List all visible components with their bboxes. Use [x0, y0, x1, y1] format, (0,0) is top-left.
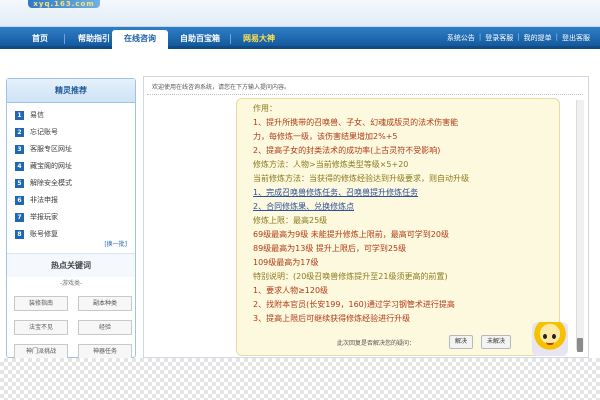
nav-tab-self-service[interactable]: 自助百宝箱	[172, 30, 228, 47]
answer-link-line[interactable]: 1、完成召唤兽修炼任务、召唤兽提升修炼任务	[253, 187, 418, 198]
sidebar-item[interactable]: 5 解除安全模式	[15, 177, 72, 189]
keyword-button[interactable]: 神器任务	[78, 344, 132, 359]
link-logout[interactable]: 登出客服	[562, 33, 590, 43]
nav-tab-home[interactable]: 首页	[20, 30, 60, 47]
sidebar-item[interactable]: 8 账号修复	[15, 228, 58, 240]
nav-tab-netease-dashen[interactable]: 网易大神	[234, 30, 284, 47]
avatar-mouth	[546, 342, 554, 345]
answer-line: 修炼上限：最高25级	[253, 216, 328, 225]
number-badge: 3	[15, 144, 24, 154]
answer-line: 作用：	[253, 104, 277, 113]
nav-right-links: 系统公告 | 登录客服 | 我的提单 | 登出客服	[447, 33, 590, 43]
answer-line: 2、提高子女的封类法术的成功率(上古灵符不受影响)	[253, 146, 441, 155]
sidebar-item-label: 藏宝阁的网址	[30, 162, 72, 170]
sidebar-item[interactable]: 7 举报玩家	[15, 211, 58, 223]
link-system-notice[interactable]: 系统公告	[447, 33, 475, 43]
resolved-button[interactable]: 解决	[449, 335, 474, 349]
unresolved-button[interactable]: 未解决	[481, 335, 512, 349]
link-separator: |	[478, 33, 482, 41]
link-separator: |	[517, 33, 520, 41]
number-badge: 2	[15, 127, 24, 137]
answer-link-line[interactable]: 2、合同修炼果、兑换修炼点	[253, 201, 354, 212]
keyword-button[interactable]: 经验	[78, 320, 132, 335]
nav-tab-help[interactable]: 帮助指引	[70, 30, 118, 47]
number-badge: 4	[15, 161, 24, 171]
avatar-eye	[552, 334, 556, 339]
hot-keywords-title: 热点关键词	[7, 253, 135, 277]
nav-divider	[64, 34, 65, 44]
divider	[147, 94, 583, 95]
sidebar-item[interactable]: 3 客服专区网址	[15, 143, 72, 155]
avatar-eye	[543, 334, 547, 339]
scrollbar[interactable]	[576, 100, 584, 350]
number-badge: 6	[15, 195, 24, 205]
scrollbar-thumb[interactable]	[577, 338, 583, 352]
answer-line: 力，每修炼一级，该伤害结果增加2%+5	[253, 132, 398, 141]
sidebar-item-label: 举报玩家	[30, 213, 58, 221]
sidebar-item-label: 非法申报	[30, 196, 58, 204]
answer-line: 69级最高为9级 未能提升修炼上限前，最高可学到20级	[253, 230, 449, 239]
keyword-button[interactable]: 神门派挑战	[14, 344, 68, 359]
number-badge: 1	[15, 110, 24, 120]
top-banner: xyq.163.com	[0, 0, 600, 27]
nav-divider	[230, 34, 231, 44]
number-badge: 5	[15, 178, 24, 188]
answer-line: 109级最高为17级	[253, 258, 319, 267]
welcome-message: 欢迎使用在线咨询系统，请您在下方输入提问内容。	[152, 84, 291, 91]
sidebar-item[interactable]: 4 藏宝阁的网址	[15, 160, 72, 172]
answer-panel: 作用： 1、提升所携带的召唤兽、子女、幻魂成版灵的法术伤害能 力，每修炼一级，该…	[236, 98, 560, 356]
answer-line: 3、提高上限后可继续获得修炼经验进行升级	[253, 314, 411, 323]
transparent-background-area	[0, 358, 600, 400]
refresh-recommend-link[interactable]: [换一批]	[104, 239, 127, 248]
number-badge: 8	[15, 229, 24, 239]
answer-line: 1、要求人物≥120级	[253, 286, 329, 295]
sidebar-title: 精灵推荐	[7, 79, 135, 103]
link-my-tickets[interactable]: 我的提单	[524, 33, 552, 43]
answer-line: 当前修炼方法：当获得的修炼经验达到升级要求，则自动升级	[253, 174, 469, 183]
link-login[interactable]: 登录客服	[485, 33, 513, 43]
keyword-button[interactable]: 副本种类	[78, 296, 132, 311]
sidebar-item[interactable]: 6 非法申报	[15, 194, 58, 206]
sidebar-item-label: 账号修复	[30, 230, 58, 238]
keyword-grid: 装修指南 副本种类 法宝不见 经验 神门派挑战 神器任务	[14, 296, 134, 366]
keyword-button[interactable]: 装修指南	[14, 296, 68, 311]
hot-keywords-category: -游戏类-	[59, 280, 83, 287]
answer-line: 2、找附本官员(长安199，160)通过学习钢管术进行提高	[253, 300, 455, 309]
sidebar-item[interactable]: 1 易信	[15, 109, 44, 121]
answer-line: 修炼方法：人物>当前修炼类型等级×5+20	[253, 160, 409, 169]
keyword-button[interactable]: 法宝不见	[14, 320, 68, 335]
feedback-question: 此次回复是否解决您的疑问：	[337, 340, 416, 347]
sidebar-item-label: 解除安全模式	[30, 179, 72, 187]
sidebar-item-label: 客服专区网址	[30, 145, 72, 153]
main-nav: 首页 帮助指引 在线咨询 自助百宝箱 网易大神 系统公告 | 登录客服 | 我的…	[0, 27, 600, 49]
sidebar-item-label: 易信	[30, 111, 44, 119]
link-separator: |	[555, 33, 558, 41]
sidebar-item[interactable]: 2 忘记账号	[15, 126, 58, 138]
answer-line: 1、提升所携带的召唤兽、子女、幻魂成版灵的法术伤害能	[253, 118, 459, 127]
number-badge: 7	[15, 212, 24, 222]
sidebar-item-label: 忘记账号	[30, 128, 58, 136]
assistant-avatar[interactable]	[532, 322, 568, 356]
answer-line: 特别说明：(20级召唤兽修炼提升至21级须更高的前置)	[253, 272, 448, 281]
answer-line: 89级最高为13级 提升上限后，可学到25级	[253, 244, 407, 253]
site-logo[interactable]: xyq.163.com	[28, 0, 100, 8]
nav-tab-online-consult[interactable]: 在线咨询	[112, 30, 168, 49]
